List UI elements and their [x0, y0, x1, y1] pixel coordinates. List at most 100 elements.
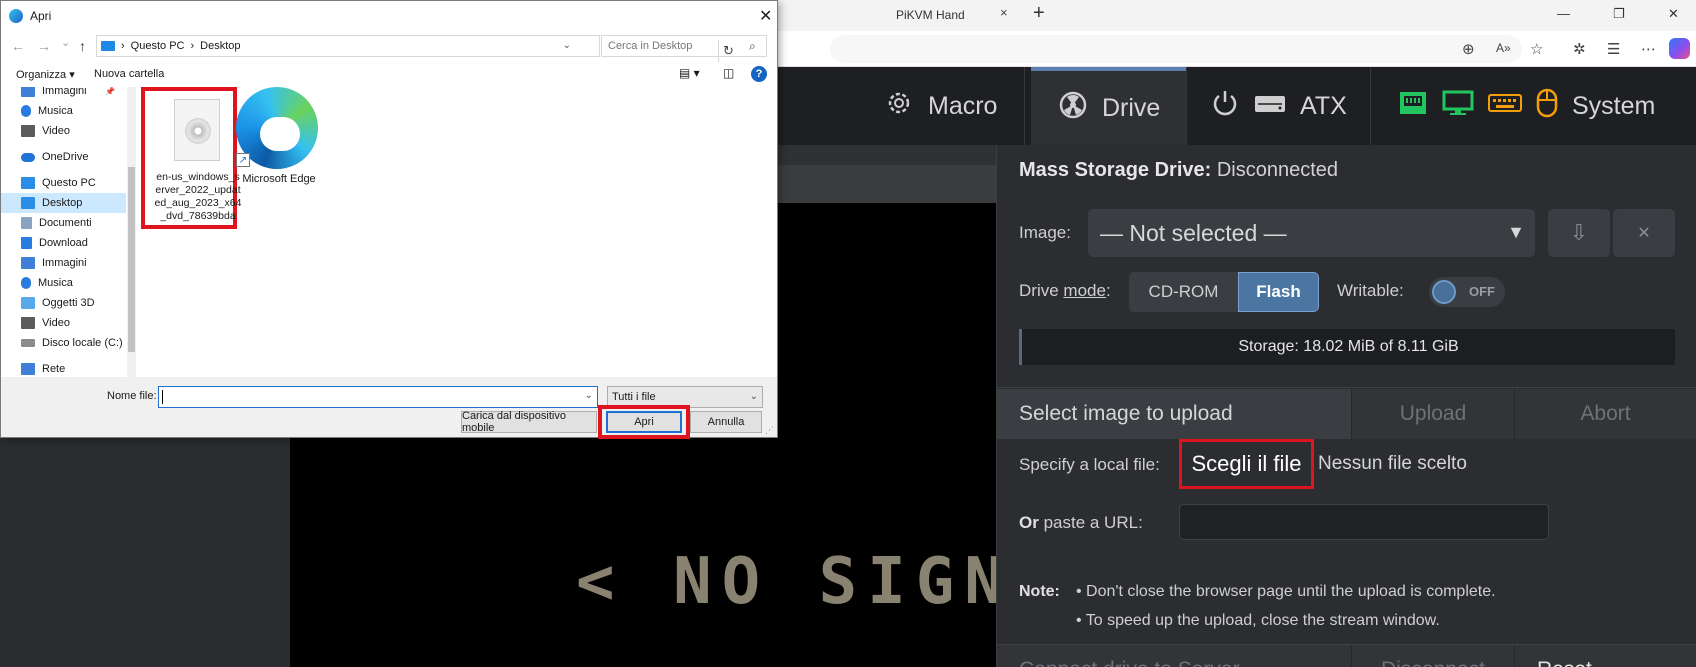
- sidebar-item-video[interactable]: Video: [1, 121, 126, 141]
- search-input[interactable]: Cerca in Desktop: [601, 35, 767, 57]
- help-icon[interactable]: ?: [751, 66, 767, 82]
- connect-drive-button[interactable]: Connect drive to Server: [997, 645, 1352, 667]
- disconnect-button[interactable]: Disconnect: [1352, 645, 1515, 667]
- file-name: Microsoft Edge: [242, 173, 316, 185]
- tab-title[interactable]: PiKVM Hand: [896, 8, 996, 22]
- file-item-iso[interactable]: en-us_windows_server_2022_updated_aug_20…: [141, 87, 242, 229]
- image-select-value: — Not selected —: [1100, 219, 1287, 246]
- nav-atx[interactable]: ATX: [1210, 67, 1370, 145]
- restore-button[interactable]: ❐: [1613, 6, 1625, 22]
- favorites-icon[interactable]: ☰: [1607, 40, 1620, 58]
- select-image-tab[interactable]: Select image to upload: [997, 389, 1352, 439]
- abort-button[interactable]: Abort: [1515, 389, 1696, 439]
- path-segment[interactable]: Desktop: [200, 40, 240, 52]
- tab-close-button[interactable]: ×: [1000, 5, 1008, 20]
- organize-arrow-icon: ▾: [69, 69, 75, 81]
- drive-mode-switch: CD-ROM Flash: [1129, 272, 1319, 312]
- nav-macro[interactable]: Macro: [884, 67, 997, 145]
- url-field[interactable]: [830, 35, 1522, 63]
- new-folder-button[interactable]: Nuova cartella: [94, 68, 164, 80]
- note-label-text: Note:: [1019, 583, 1060, 600]
- nav-system[interactable]: System: [1398, 67, 1696, 145]
- preview-pane-icon[interactable]: ◫: [723, 66, 734, 80]
- pc-icon: [21, 177, 35, 189]
- upload-button[interactable]: Upload: [1352, 389, 1515, 439]
- sidebar-item-label: Download: [39, 237, 88, 249]
- disc-image-icon: [174, 99, 220, 161]
- local-file-label: Specify a local file:: [1019, 455, 1160, 474]
- remove-image-button[interactable]: ✕: [1613, 209, 1675, 257]
- chevron-down-icon[interactable]: ⌄: [585, 390, 593, 401]
- image-select[interactable]: — Not selected — ▼: [1088, 209, 1535, 257]
- sidebar-item-desktop[interactable]: Desktop: [1, 193, 126, 213]
- sidebar-item-questo-pc[interactable]: Questo PC: [1, 173, 126, 193]
- mode-cdrom-button[interactable]: CD-ROM: [1129, 272, 1238, 312]
- cancel-button[interactable]: Annulla: [690, 411, 762, 433]
- drive-title: Mass Storage Drive: Disconnected: [1019, 159, 1338, 182]
- choose-file-button[interactable]: Scegli il file: [1179, 439, 1314, 489]
- upload-from-mobile-button[interactable]: Carica dal dispositivo mobile: [461, 410, 597, 434]
- scrollbar-thumb[interactable]: [128, 167, 135, 352]
- upload-tabs: Select image to upload Upload Abort: [997, 389, 1696, 439]
- sidebar-item-label: Disco locale (C:): [42, 337, 123, 349]
- download-image-button[interactable]: ⇩: [1548, 209, 1610, 257]
- extensions-icon[interactable]: ✲: [1573, 40, 1586, 58]
- url-input[interactable]: [1179, 504, 1549, 540]
- close-window-button[interactable]: ✕: [1668, 6, 1679, 22]
- address-path[interactable]: › Questo PC › Desktop ⌄ ↻: [96, 35, 734, 62]
- writable-toggle[interactable]: OFF: [1429, 277, 1505, 307]
- sidebar-item-immagini[interactable]: Immagini 📌: [1, 87, 126, 101]
- dialog-close-button[interactable]: ✕: [759, 6, 772, 26]
- organize-button[interactable]: Organizza ▾: [16, 68, 75, 81]
- forward-arrow-icon[interactable]: →: [37, 38, 51, 54]
- video-icon: [21, 125, 35, 137]
- sidebar-item-label: Documenti: [39, 217, 92, 229]
- read-aloud-icon[interactable]: A»: [1496, 41, 1511, 55]
- sidebar-item-documenti[interactable]: Documenti: [1, 213, 126, 233]
- drive-title-label: Mass Storage Drive:: [1019, 159, 1212, 181]
- sidebar-item-musica[interactable]: Musica: [1, 101, 126, 121]
- reset-button[interactable]: Reset: [1515, 645, 1696, 667]
- sidebar-item-onedrive[interactable]: OneDrive: [1, 147, 126, 167]
- writable-label: Writable:: [1337, 281, 1404, 300]
- open-button[interactable]: Apri: [606, 411, 682, 433]
- image-label: Image:: [1019, 223, 1071, 242]
- more-icon[interactable]: ⋯: [1641, 40, 1656, 58]
- shortcut-arrow-icon: ↗: [236, 153, 250, 167]
- recent-locations-icon[interactable]: ⌄: [61, 36, 70, 49]
- path-dropdown-icon[interactable]: ⌄: [563, 40, 571, 51]
- pictures-icon: [21, 257, 35, 269]
- sidebar-item-rete[interactable]: Rete: [1, 359, 126, 377]
- minimize-button[interactable]: —: [1557, 6, 1570, 21]
- sidebar-item-musica[interactable]: Musica: [1, 273, 126, 293]
- mode-flash-button[interactable]: Flash: [1238, 272, 1319, 312]
- zoom-icon[interactable]: ⊕: [1462, 40, 1475, 58]
- sidebar-item-immagini[interactable]: Immagini: [1, 253, 126, 273]
- display-status-icon: [1442, 89, 1474, 124]
- back-arrow-icon[interactable]: ←: [11, 38, 25, 54]
- nav-drive[interactable]: Drive: [1031, 67, 1186, 145]
- resize-grip-icon[interactable]: ⋰: [765, 425, 774, 436]
- this-pc-icon: [101, 41, 115, 51]
- filename-input[interactable]: ⌄: [158, 386, 598, 408]
- cloud-icon: [21, 152, 35, 162]
- path-segment[interactable]: Questo PC: [131, 40, 185, 52]
- sidebar-item-video[interactable]: Video: [1, 313, 126, 333]
- search-icon: ⌕: [749, 39, 756, 53]
- new-tab-button[interactable]: +: [1033, 2, 1045, 25]
- desktop-icon: [21, 197, 35, 209]
- sidebar-scrollbar[interactable]: [127, 87, 136, 377]
- path-separator: ›: [190, 40, 195, 52]
- sidebar-item-oggetti-3d[interactable]: Oggetti 3D: [1, 293, 126, 313]
- sidebar-item-disco-locale[interactable]: Disco locale (C:): [1, 333, 126, 353]
- drive-mode-link[interactable]: mode: [1063, 281, 1106, 300]
- copilot-icon[interactable]: [1669, 38, 1690, 59]
- sidebar-item-label: Video: [42, 125, 70, 137]
- drive-icon: [21, 339, 35, 347]
- favorite-star-icon[interactable]: ☆: [1530, 40, 1543, 58]
- no-file-text: Nessun file scelto: [1318, 453, 1467, 474]
- sidebar-item-download[interactable]: Download: [1, 233, 126, 253]
- view-options-icon[interactable]: ▤ ▾: [679, 66, 700, 80]
- up-arrow-icon[interactable]: ↑: [79, 38, 86, 54]
- remove-icon: ✕: [1637, 225, 1651, 242]
